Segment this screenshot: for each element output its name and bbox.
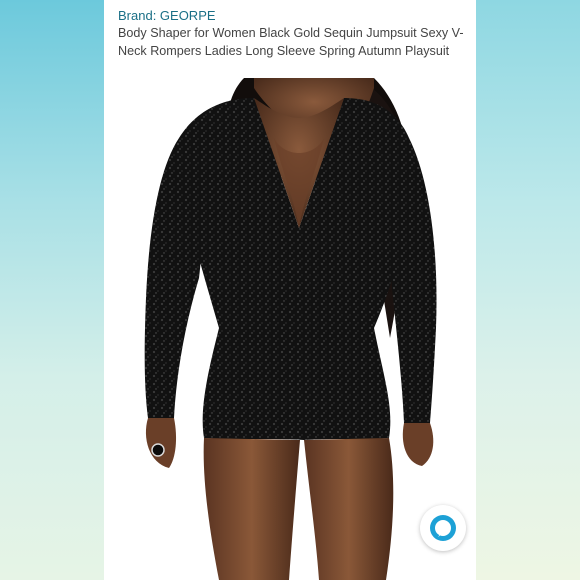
brand-link[interactable]: Brand: GEORPE <box>118 8 216 23</box>
background-left <box>0 0 104 580</box>
model-photo <box>144 78 437 580</box>
alexa-button[interactable] <box>420 505 466 551</box>
alexa-icon <box>430 515 456 541</box>
background-right <box>476 0 580 580</box>
product-image[interactable] <box>104 78 476 580</box>
product-title: Body Shaper for Women Black Gold Sequin … <box>118 26 464 58</box>
product-header: Brand: GEORPE Body Shaper for Women Blac… <box>104 0 476 78</box>
product-card: Brand: GEORPE Body Shaper for Women Blac… <box>104 0 476 580</box>
